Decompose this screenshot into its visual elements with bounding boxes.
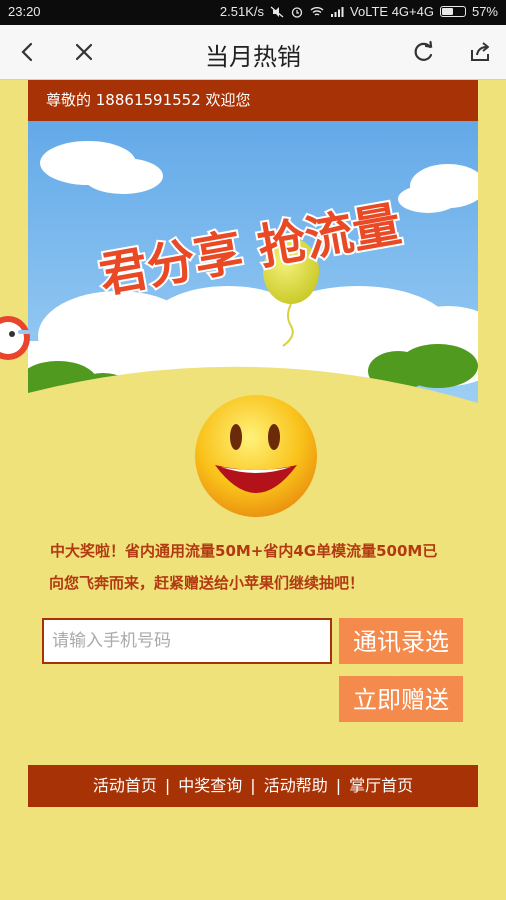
status-right: 2.51K/s VoLTE 4G+4G 57% — [220, 4, 498, 19]
status-speed: 2.51K/s — [219, 4, 265, 19]
banner-illustration: 君分享 抢流量 — [18, 121, 506, 411]
status-network: VoLTE 4G+4G — [350, 4, 434, 19]
main-content: 尊敬的 18861591552 欢迎您 君分享 抢流量 — [18, 80, 506, 411]
footer-link-prize-query[interactable]: 中奖查询 — [178, 776, 242, 795]
separator: | — [335, 776, 342, 795]
status-battery: 57% — [471, 4, 498, 19]
mute-icon — [270, 6, 284, 17]
phone-number-input[interactable] — [42, 618, 332, 664]
gift-now-button[interactable]: 立即赠送 — [339, 676, 463, 722]
separator: | — [164, 776, 171, 795]
prize-message-line1: 中大奖啦！省内通用流量50M+省内4G单模流量500M已 — [50, 542, 438, 560]
promo-banner: 君分享 抢流量 — [18, 121, 506, 411]
footer-link-activity-help[interactable]: 活动帮助 — [264, 776, 328, 795]
prize-message: 中大奖啦！省内通用流量50M+省内4G单模流量500M已 向您飞奔而来，赶紧赠送… — [49, 535, 470, 599]
separator: | — [250, 776, 256, 795]
share-icon[interactable] — [466, 38, 494, 66]
refresh-icon[interactable] — [410, 38, 438, 66]
floating-character-icon[interactable] — [0, 300, 34, 372]
smiley-face-icon — [195, 395, 317, 517]
app-bar: 当月热销 — [0, 25, 506, 80]
footer-nav: 活动首页 | 中奖查询 | 活动帮助 | 掌厅首页 — [28, 765, 478, 807]
prize-message-line2: 向您飞奔而来，赶紧赠送给小苹果们继续抽吧！ — [49, 574, 365, 592]
status-time: 23:20 — [8, 4, 41, 19]
wifi-icon — [310, 6, 324, 16]
welcome-bar: 尊敬的 18861591552 欢迎您 — [28, 80, 478, 121]
signal-icon — [331, 6, 344, 17]
alarm-icon — [291, 6, 303, 18]
footer-link-activity-home[interactable]: 活动首页 — [93, 776, 157, 795]
footer-link-hall-home[interactable]: 掌厅首页 — [349, 776, 413, 795]
battery-icon — [439, 6, 466, 17]
status-bar: 23:20 2.51K/s VoLTE 4G+4G 57% — [0, 0, 506, 25]
contacts-select-button[interactable]: 通讯录选择 — [339, 618, 463, 702]
